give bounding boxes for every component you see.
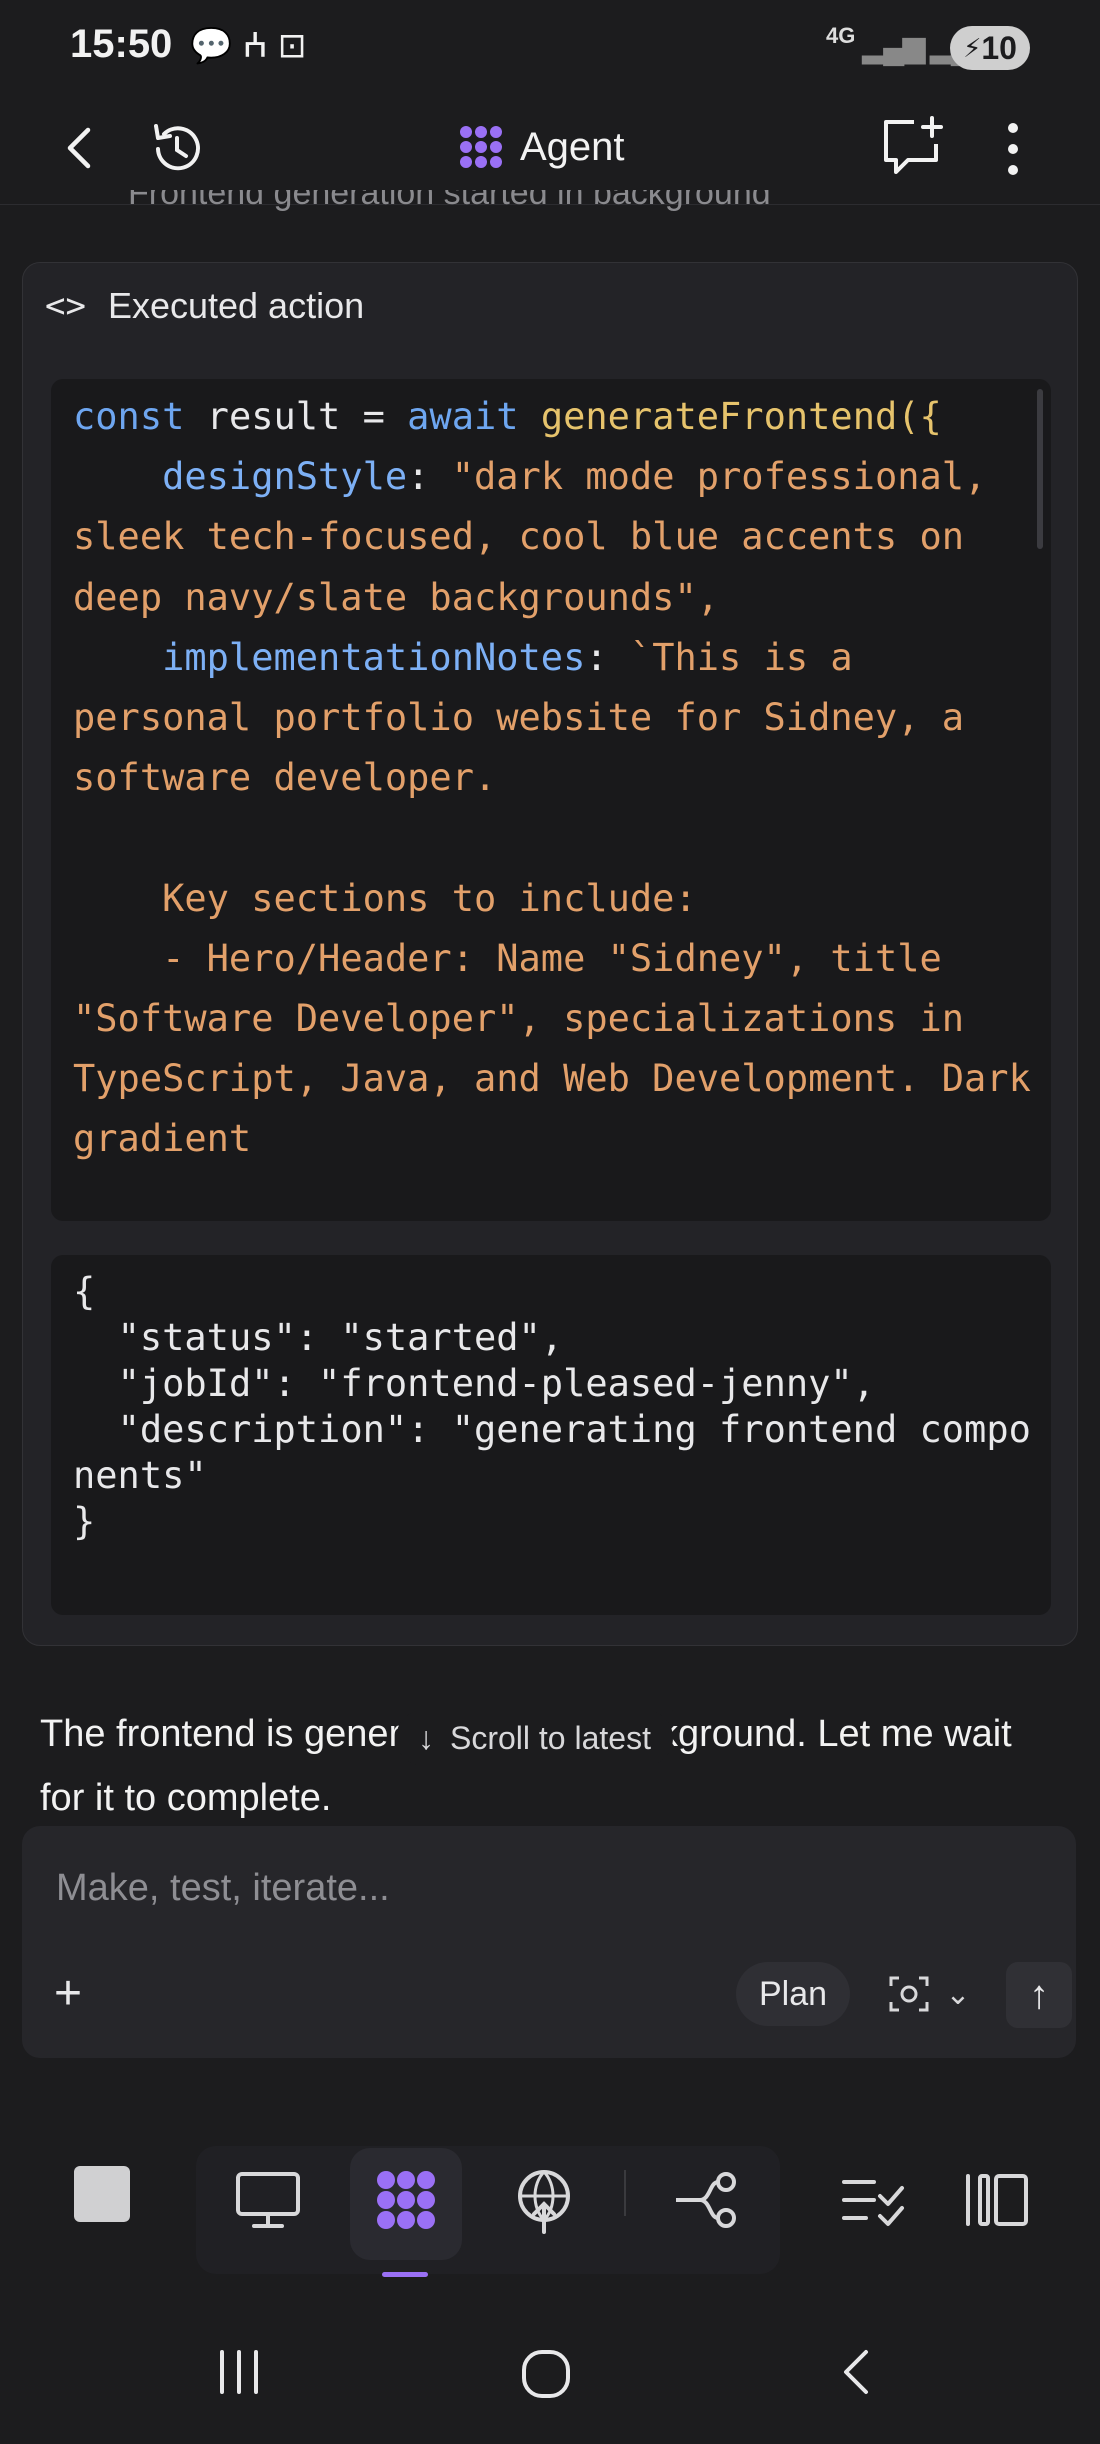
system-nav-bar (0, 2300, 1100, 2444)
panels-icon[interactable] (958, 2160, 1038, 2240)
history-icon[interactable] (146, 118, 208, 189)
card-header[interactable]: <> Executed action (45, 285, 364, 327)
status-bar: 15:50 💬ⵄ⊡ 4G ▂▄▆ ▂▄▆ ⚡ 10 (0, 0, 1100, 92)
header-title-group[interactable]: Agent (456, 122, 625, 172)
deploy-icon[interactable] (504, 2160, 584, 2240)
tasks-icon[interactable] (834, 2160, 914, 2240)
workspace-toolbar (0, 2086, 1100, 2300)
executed-action-card: <> Executed action const result = await … (22, 262, 1078, 1646)
arrow-down-icon: ↓ (418, 1719, 434, 1756)
top-bar: Agent (0, 92, 1100, 205)
previous-step-label: Frontend generation started in backgroun… (128, 190, 771, 212)
screen-record-icon: ⊡ (277, 27, 317, 65)
send-button[interactable]: ↑ (1006, 1962, 1072, 2028)
capture-dropdown[interactable]: ⌄ (874, 1962, 984, 2026)
card-header-label: Executed action (107, 285, 365, 326)
code-block[interactable]: const result = await generateFrontend({ … (51, 379, 1051, 1221)
more-options-icon[interactable] (1000, 120, 1026, 187)
composer: + Plan ⌄ ↑ (22, 1826, 1076, 2058)
result-block: { "status": "started", "jobId": "fronten… (51, 1255, 1051, 1615)
recent-apps-icon[interactable] (212, 2346, 266, 2398)
notification-icons: 💬ⵄ⊡ (190, 26, 316, 66)
new-chat-icon[interactable] (878, 114, 948, 189)
network-type: 4G (826, 23, 856, 48)
battery-indicator: ⚡ 10 (950, 26, 1030, 70)
toolbar-separator (624, 2170, 626, 2216)
back-icon[interactable] (60, 122, 100, 183)
chevron-down-icon: ⌄ (945, 1977, 971, 2011)
page-title: Agent (520, 124, 625, 169)
scroll-to-latest-button[interactable]: ↓ Scroll to latest (396, 1710, 673, 1766)
prompt-input[interactable] (54, 1866, 958, 1911)
plan-button[interactable]: Plan (736, 1962, 850, 2026)
scroll-to-latest-label: Scroll to latest (450, 1719, 651, 1756)
active-tab-indicator (382, 2272, 428, 2277)
code-scrollbar[interactable] (1037, 389, 1043, 549)
arrow-up-icon: ↑ (1029, 1972, 1049, 2017)
battery-level: 10 (981, 29, 1017, 66)
system-back-icon[interactable] (836, 2346, 876, 2398)
git-branch-icon[interactable] (666, 2160, 746, 2240)
home-icon[interactable] (518, 2346, 574, 2402)
agent-icon[interactable] (366, 2160, 446, 2240)
previous-step-row: Frontend generation started in backgroun… (24, 190, 1076, 240)
charging-icon: ⚡ (963, 32, 982, 63)
result-json: { "status": "started", "jobId": "fronten… (73, 1270, 1031, 1543)
code-icon: <> (45, 286, 86, 326)
desktop-preview-icon[interactable] (228, 2160, 308, 2240)
status-time: 15:50 (70, 22, 173, 66)
stop-button[interactable] (74, 2166, 130, 2222)
chat-notification-icon: 💬 (190, 27, 243, 65)
people-notification-icon: ⵄ (242, 27, 278, 65)
agent-logo-icon (460, 126, 502, 168)
screenshot-icon (889, 1976, 929, 2012)
code-text: const result = await generateFrontend({ … (73, 395, 1051, 1161)
add-attachment-icon[interactable]: + (54, 1970, 82, 2018)
